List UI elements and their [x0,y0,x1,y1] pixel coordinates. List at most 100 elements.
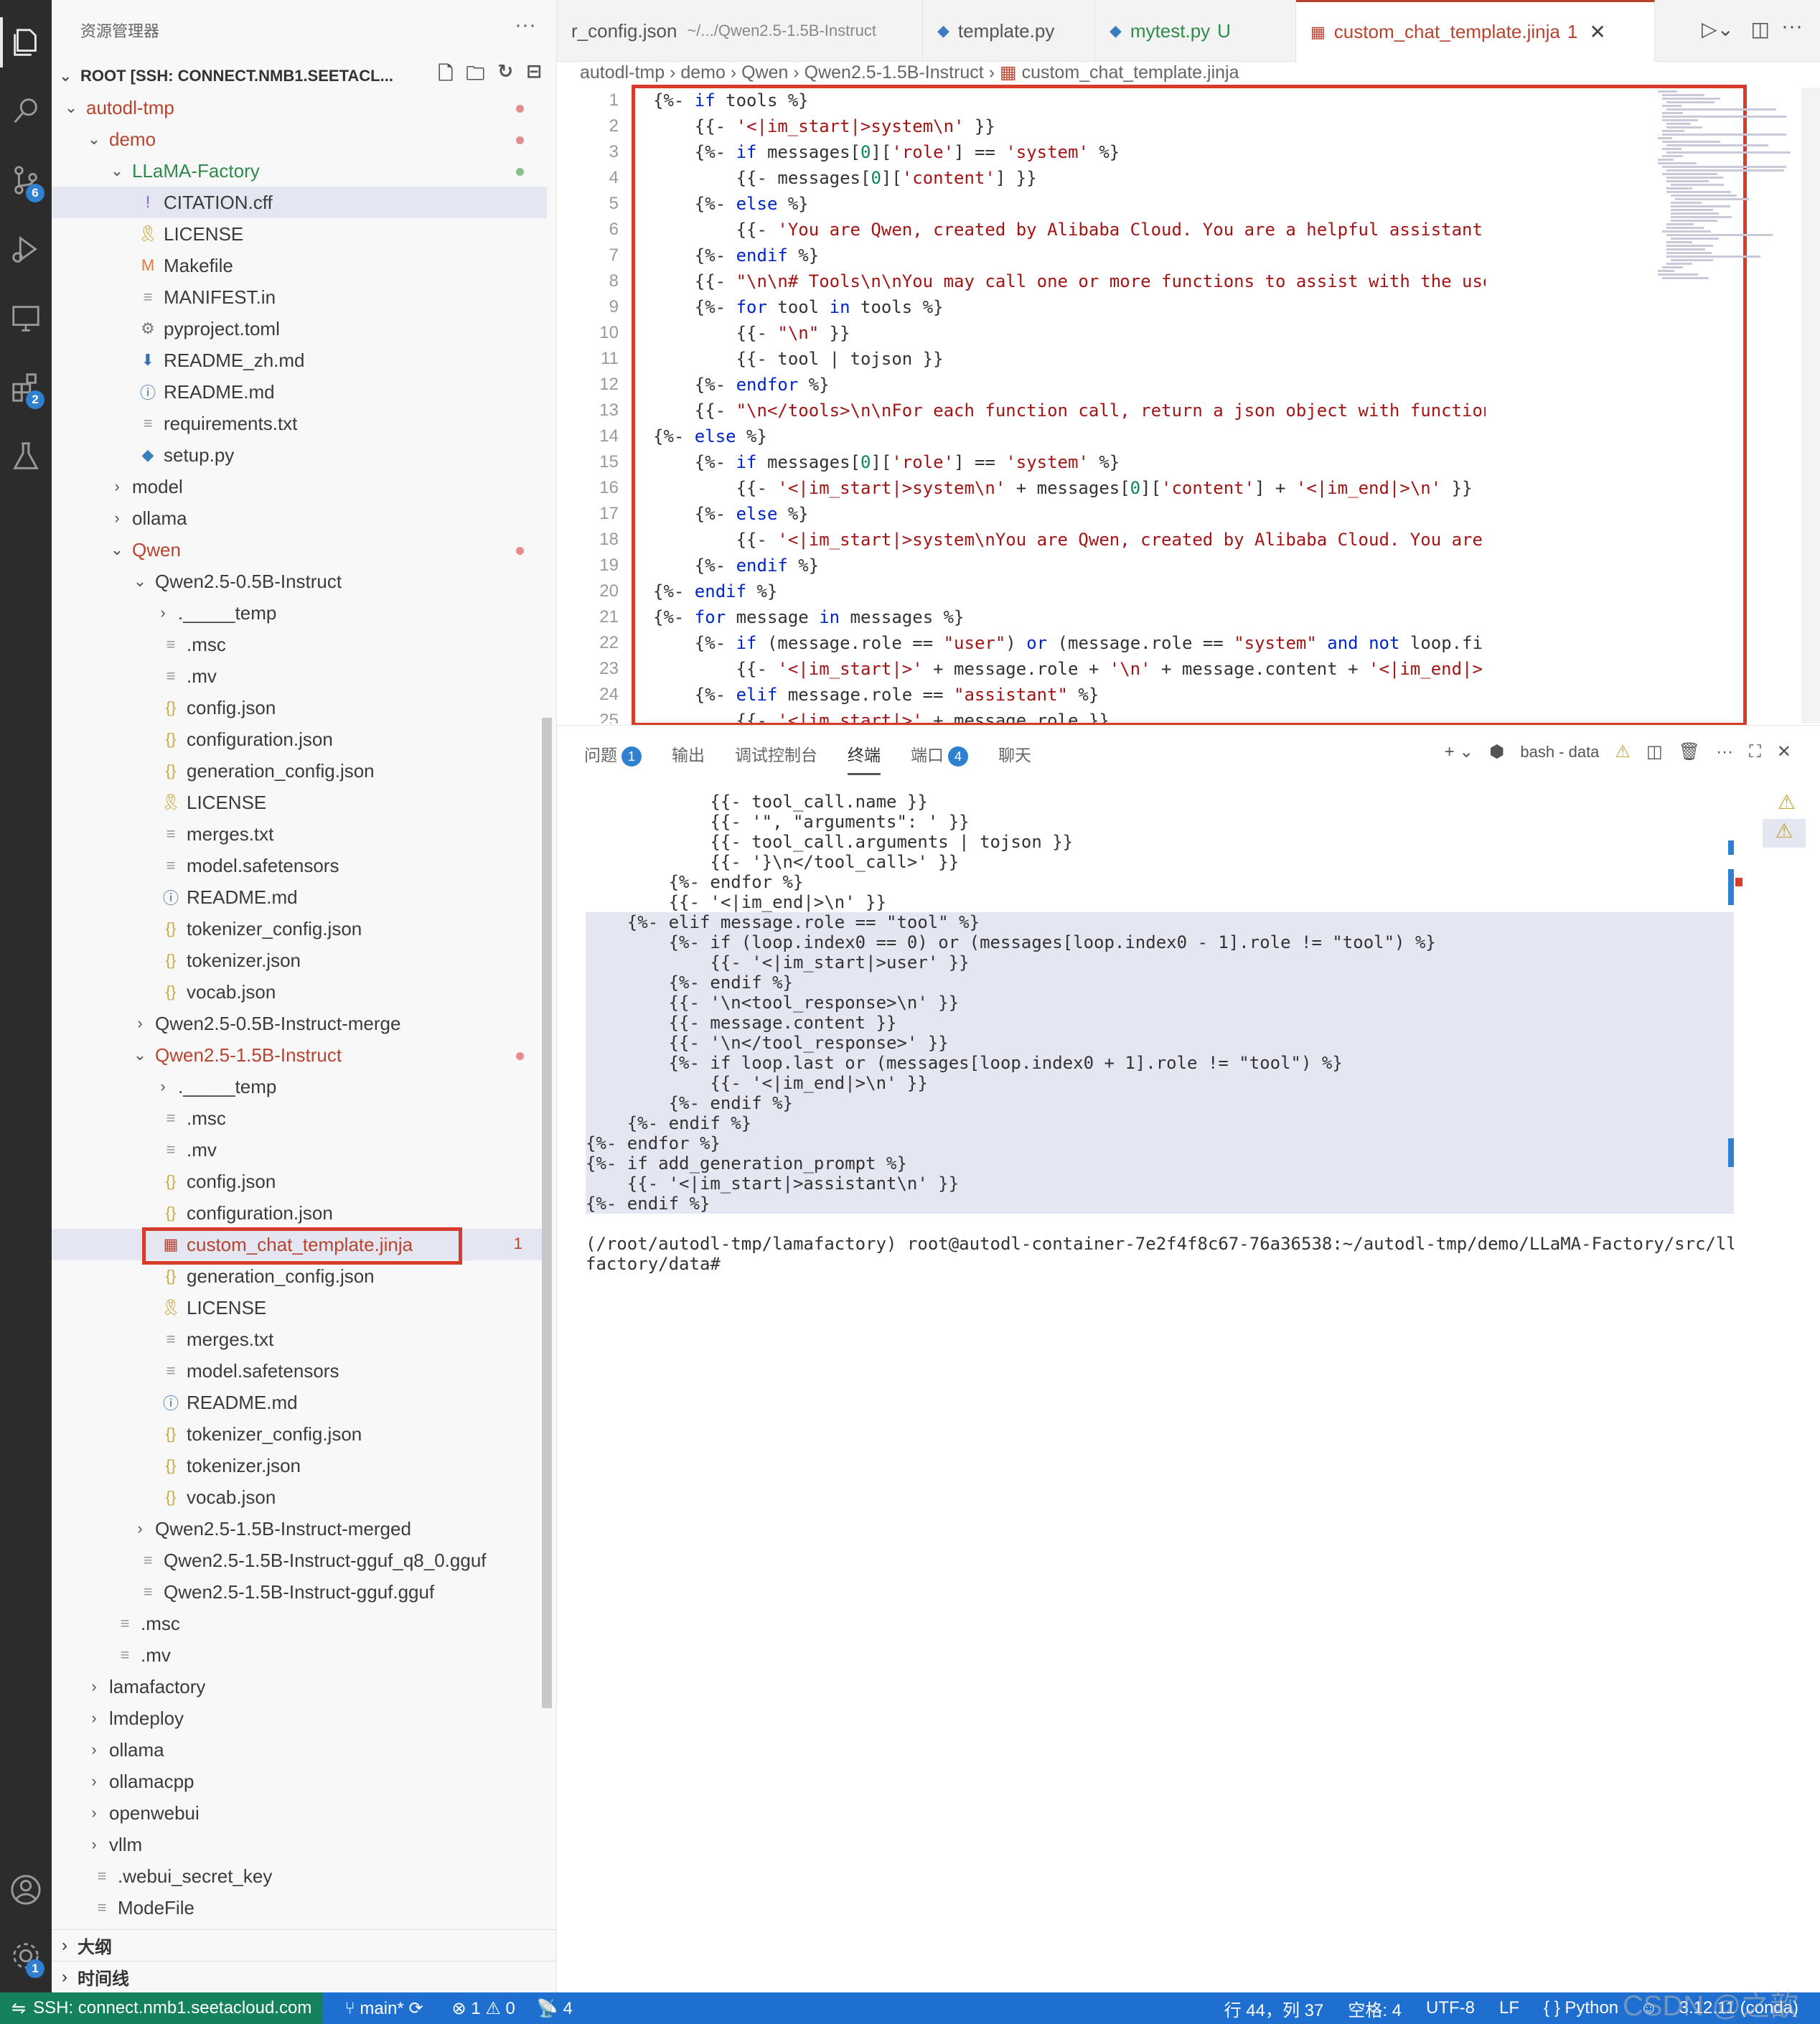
file-item[interactable]: ≡ .msc [52,1102,547,1134]
folder-item[interactable]: › openwebui [52,1797,547,1829]
file-item[interactable]: ⚙ pyproject.toml [52,313,547,345]
folder-item[interactable]: › lmdeploy [52,1702,547,1734]
file-item[interactable]: {} vocab.json [52,976,547,1008]
file-item[interactable]: ⬇ README_zh.md [52,345,547,376]
tab-custom-chat-template[interactable]: ▦ custom_chat_template.jinja 1 ✕ [1296,0,1655,62]
file-item[interactable]: ! CITATION.cff [52,187,547,218]
file-item[interactable]: ≡ model.safetensors [52,1355,547,1387]
extensions-icon[interactable]: 2 [0,355,52,419]
panel-tab[interactable]: 终端 [848,741,881,775]
folder-item[interactable]: › ollamacpp [52,1766,547,1797]
collapse-all-icon[interactable]: ⊟ [526,60,542,92]
file-item[interactable]: ≡ .msc [52,1608,547,1639]
settings-gear-icon[interactable]: 1 [0,1924,52,1988]
folder-item[interactable]: ⌄ Qwen2.5-0.5B-Instruct [52,566,547,597]
panel-tab[interactable]: 调试控制台 [735,741,817,775]
panel-tab[interactable]: 端口 4 [911,741,968,775]
file-item[interactable]: ≡ .webui_secret_key [52,1860,547,1892]
file-item[interactable]: 🎗 LICENSE [52,787,547,818]
line-ending[interactable]: LF [1499,1998,1519,2018]
file-item[interactable]: {} configuration.json [52,1197,547,1229]
testing-icon[interactable] [0,423,52,488]
folder-item[interactable]: ⌄ Qwen [52,534,547,566]
file-item[interactable]: {} tokenizer.json [52,945,547,976]
file-item[interactable]: ≡ merges.txt [52,1323,547,1355]
file-item[interactable]: {} vocab.json [52,1481,547,1513]
more-actions-icon[interactable]: ··· [1781,14,1803,39]
folder-item[interactable]: ⌄ autodl-tmp [52,92,547,123]
problems-status[interactable]: ⊗ 1 ⚠ 0 [452,1998,515,2019]
indentation[interactable]: 空格: 4 [1348,1996,1402,2021]
breadcrumb-item[interactable]: Qwen2.5-1.5B-Instruct [805,62,984,83]
file-item[interactable]: ▦ custom_chat_template.jinja 1 [52,1227,547,1265]
file-item[interactable]: {} tokenizer.json [52,1450,547,1481]
explorer-icon[interactable] [0,10,52,75]
file-item[interactable]: ◆ setup.py [52,439,547,471]
sidebar-scrollbar[interactable] [542,718,552,1708]
breadcrumb-item[interactable]: custom_chat_template.jinja [1022,62,1239,83]
file-item[interactable]: ≡ MANIFEST.in [52,281,547,313]
file-item[interactable]: 🎗 LICENSE [52,218,547,250]
source-control-icon[interactable]: 6 [0,148,52,212]
account-icon[interactable] [0,1857,52,1922]
file-item[interactable]: {} generation_config.json [52,755,547,787]
split-editor-icon[interactable]: ◫ [1751,17,1770,41]
file-item[interactable]: ≡ ModeFile [52,1892,547,1924]
folder-item[interactable]: › model [52,471,547,502]
file-item[interactable]: ≡ .mv [52,1639,547,1671]
file-item[interactable]: 🎗 LICENSE [52,1292,547,1323]
folder-item[interactable]: › ._____temp [52,597,547,629]
file-item[interactable]: {} tokenizer_config.json [52,913,547,945]
ports-status[interactable]: 📡 4 [537,1998,573,2019]
minimap[interactable] [1658,89,1801,279]
more-actions-icon[interactable]: ··· [1716,742,1733,762]
split-terminal-icon[interactable]: ◫ [1646,741,1663,762]
panel-tab[interactable]: 输出 [672,741,705,775]
branch-status[interactable]: ⑂ main* ⟳ [344,1998,423,2019]
folder-item[interactable]: › ._____temp [52,1071,547,1102]
folder-item[interactable]: › vllm [52,1829,547,1860]
file-item[interactable]: {} tokenizer_config.json [52,1418,547,1450]
editor-scrollbar[interactable] [1801,88,1820,723]
folder-item[interactable]: › ollama [52,502,547,534]
file-item[interactable]: ≡ Qwen2.5-1.5B-Instruct-gguf.gguf [52,1576,547,1608]
tab-template-py[interactable]: ◆ template.py [923,0,1095,62]
terminal-shell-name[interactable]: bash - data [1520,743,1599,762]
folder-item[interactable]: ⌄ Qwen2.5-1.5B-Instruct [52,1039,547,1071]
maximize-panel-icon[interactable]: ⛶ [1749,742,1761,762]
sync-icon[interactable]: ⟳ [408,1999,423,2018]
warning-icon[interactable]: ⚠ [1763,819,1806,848]
folder-item[interactable]: › ollama [52,1734,547,1766]
more-actions-icon[interactable]: ··· [515,13,536,37]
close-icon[interactable]: ✕ [1589,20,1605,44]
folder-item[interactable]: › Qwen2.5-0.5B-Instruct-merge [52,1008,547,1039]
new-file-icon[interactable]: 🗋 [438,60,453,92]
copilot-icon[interactable]: ☺ [1640,1998,1658,2018]
tab-mytest-py[interactable]: ◆ mytest.py U [1095,0,1296,62]
terminal-output[interactable]: {{- tool_call.name }} {{- '", "arguments… [586,792,1734,1274]
close-panel-icon[interactable]: ✕ [1777,741,1791,762]
cursor-position[interactable]: 行 44，列 37 [1224,1996,1324,2021]
search-icon[interactable] [0,79,52,144]
file-item[interactable]: M Makefile [52,250,547,281]
tab-generation-config[interactable]: r_config.json ~/.../Qwen2.5-1.5B-Instruc… [557,0,923,62]
new-folder-icon[interactable]: 🗀 [466,60,484,92]
file-item[interactable]: ⓘ README.md [52,1387,547,1418]
file-item[interactable]: {} generation_config.json [52,1260,547,1292]
trash-icon[interactable]: 🗑 [1679,741,1700,762]
file-item[interactable]: ⓘ README.md [52,881,547,913]
folder-item[interactable]: › Qwen2.5-1.5B-Instruct-merged [52,1513,547,1545]
outline-section[interactable]: › 大纲 [52,1929,557,1961]
timeline-section[interactable]: › 时间线 [52,1961,557,1992]
folder-item[interactable]: ⌄ LLaMA-Factory [52,155,547,187]
remote-explorer-icon[interactable] [0,286,52,350]
file-item[interactable]: ≡ requirements.txt [52,408,547,439]
language-mode[interactable]: { } Python [1544,1998,1618,2018]
encoding[interactable]: UTF-8 [1426,1998,1475,2018]
file-item[interactable]: {} configuration.json [52,723,547,755]
file-item[interactable]: ≡ model.safetensors [52,850,547,881]
file-item[interactable]: ≡ .msc [52,629,547,660]
run-icon[interactable]: ▷⌄ [1702,17,1734,41]
breadcrumb-item[interactable]: Qwen [741,62,788,83]
remote-indicator[interactable]: ⇋ SSH: connect.nmb1.seetacloud.com [0,1992,324,2024]
